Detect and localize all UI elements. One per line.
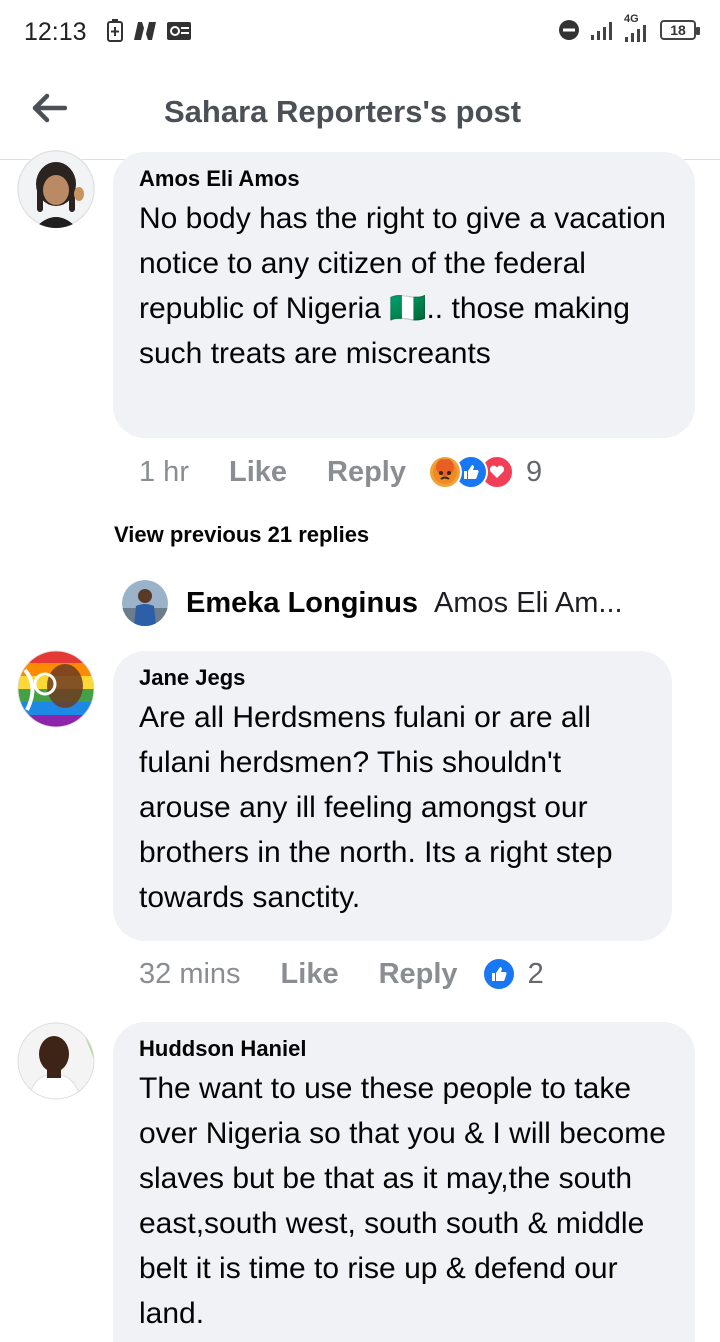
comment-author[interactable]: Huddson Haniel — [139, 1036, 669, 1062]
network-type: 4G — [624, 13, 639, 25]
comment-author[interactable]: Jane Jegs — [139, 665, 646, 691]
comment-actions: 32 mins Like Reply 2 — [139, 957, 544, 991]
reaction-summary[interactable]: 2 — [481, 957, 544, 991]
comment-author[interactable]: Amos Eli Amos — [139, 166, 669, 192]
reaction-count: 2 — [527, 957, 544, 990]
reply-button[interactable]: Reply — [379, 958, 458, 991]
like-icon — [481, 957, 516, 991]
avatar[interactable] — [17, 150, 95, 228]
comment-time[interactable]: 1 hr — [139, 456, 189, 489]
avatar[interactable] — [122, 580, 168, 626]
comment-bubble[interactable]: Huddson Haniel The want to use these peo… — [113, 1022, 695, 1342]
page-title: Sahara Reporters's post — [164, 94, 522, 129]
nairaland-icon — [134, 22, 156, 40]
comment-time[interactable]: 32 mins — [139, 958, 241, 991]
outlook-icon — [167, 22, 191, 40]
avatar[interactable] — [17, 650, 95, 728]
battery-saver-icon — [107, 19, 123, 42]
like-button[interactable]: Like — [229, 456, 287, 489]
reply-author[interactable]: Emeka Longinus — [186, 587, 418, 620]
comment-bubble[interactable]: Amos Eli Amos No body has the right to g… — [113, 152, 695, 438]
comment-bubble[interactable]: Jane Jegs Are all Herdsmens fulani or ar… — [113, 651, 672, 941]
reply-preview[interactable]: Emeka Longinus Amos Eli Am... — [122, 580, 623, 626]
comment-actions: 1 hr Like Reply 9 — [139, 455, 542, 489]
back-button[interactable] — [26, 88, 72, 128]
app-header: Sahara Reporters's post — [0, 66, 720, 160]
comment-text: The want to use these people to take ove… — [139, 1072, 666, 1330]
reaction-count: 9 — [526, 455, 543, 488]
status-bar: 12:13 4G 18 — [0, 0, 720, 66]
signal-icon — [591, 22, 612, 40]
battery-icon: 18 — [660, 20, 700, 40]
system-icons: 4G 18 — [558, 13, 700, 43]
comment-text: No body has the right to give a vacation… — [139, 202, 666, 370]
status-time: 12:13 — [24, 18, 87, 46]
notification-icons — [106, 19, 192, 43]
reaction-summary[interactable]: 9 — [428, 455, 542, 489]
do-not-disturb-icon — [559, 20, 579, 40]
view-previous-replies-link[interactable]: View previous 21 replies — [114, 522, 369, 548]
reply-button[interactable]: Reply — [327, 456, 406, 489]
angry-icon — [428, 455, 462, 489]
network-4g-icon: 4G — [624, 13, 650, 43]
avatar[interactable] — [17, 1022, 95, 1100]
arrow-left-icon — [32, 93, 67, 123]
comment-text: Are all Herdsmens fulani or are all fula… — [139, 701, 613, 914]
like-button[interactable]: Like — [281, 958, 339, 991]
reply-text: Amos Eli Am... — [434, 586, 623, 619]
battery-level: 18 — [670, 22, 686, 38]
